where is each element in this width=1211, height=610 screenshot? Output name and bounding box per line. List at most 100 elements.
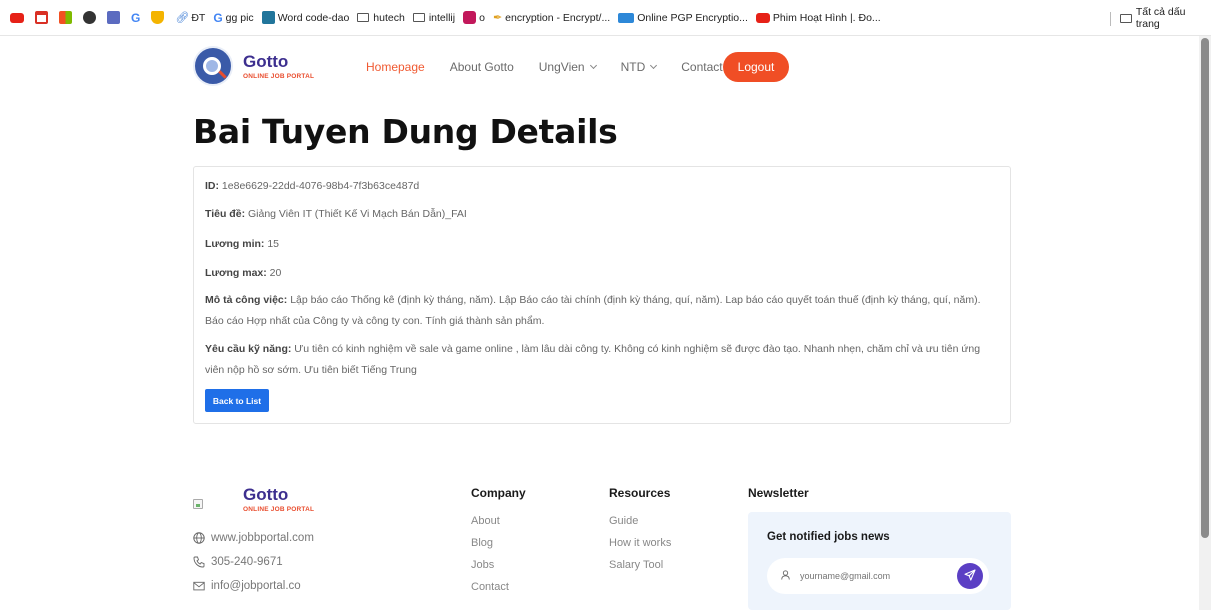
nav-label: Contact	[681, 60, 723, 74]
detail-value: Lập báo cáo Thống kê (định kỳ tháng, năm…	[205, 294, 981, 327]
bookmark-hutech[interactable]: hutech	[357, 12, 405, 24]
bookmark-shield[interactable]	[151, 11, 167, 24]
bookmark-label: gg pic	[225, 11, 254, 24]
detail-value: 15	[267, 238, 279, 250]
detail-label: Lương max:	[205, 267, 267, 279]
bookmark-label: encryption - Encrypt/...	[505, 11, 611, 24]
footer-link-contact[interactable]: Contact	[471, 581, 509, 593]
bookmark-gg-pic[interactable]: Ggg pic	[213, 11, 253, 25]
logo-subtitle: ONLINE JOB PORTAL	[243, 72, 315, 80]
google-icon: G	[213, 10, 223, 25]
youtube-icon	[755, 12, 770, 23]
folder-icon	[412, 13, 425, 22]
bookmark-label: intellij	[428, 11, 456, 24]
bookmark-word-code-dao[interactable]: Word code-dao	[261, 11, 350, 24]
footer-email-text: info@jobportal.co	[211, 580, 301, 592]
globe-icon	[193, 532, 205, 544]
chatgpt-icon	[83, 11, 96, 24]
logo-title: Gotto	[243, 51, 289, 71]
footer-phone[interactable]: 305-240-9671	[193, 556, 283, 568]
footer-link-blog[interactable]: Blog	[471, 537, 493, 549]
detail-value: Giảng Viên IT (Thiết Kế Vi Mạch Bán Dẫn)…	[247, 208, 467, 220]
bookmark-youtube[interactable]	[10, 12, 27, 23]
detail-label: ID:	[205, 180, 219, 192]
bookmark-label: hutech	[373, 11, 405, 24]
bookmark-label: o	[479, 11, 485, 24]
nav-label: UngVien	[538, 60, 585, 74]
key-icon: ✒	[492, 12, 503, 24]
logo-icon	[193, 46, 233, 86]
bookmarks-bar: G 🔗︎ ĐT Ggg pic Word code-dao hutech inte…	[0, 0, 1211, 36]
phone-icon	[193, 556, 205, 568]
bookmark-gmail[interactable]	[35, 11, 51, 24]
back-to-list-button[interactable]: Back to List	[205, 389, 269, 412]
bookmark-label: ĐT	[191, 11, 206, 24]
nav-ntd[interactable]: NTD	[620, 60, 658, 74]
all-bookmarks-label: Tất cả dấu trang	[1135, 6, 1186, 30]
bookmark-o[interactable]: o	[463, 11, 485, 24]
page-title: Bai Tuyen Dung Details	[193, 112, 618, 151]
detail-label: Tiêu đề:	[205, 208, 246, 220]
bookmark-separator	[1110, 12, 1111, 26]
logout-button[interactable]: Logout	[723, 52, 789, 82]
nav-ungvien[interactable]: UngVien	[538, 60, 597, 74]
chevron-down-icon	[650, 61, 658, 70]
detail-label: Mô tả công việc:	[205, 294, 288, 306]
footer-logo[interactable]: Gotto ONLINE JOB PORTAL	[193, 486, 314, 513]
app-icon	[463, 11, 477, 24]
folder-icon	[357, 13, 370, 22]
detail-value: 20	[269, 267, 282, 279]
footer-newsletter-title: Newsletter	[748, 486, 809, 500]
newsletter-box-title: Get notified jobs news	[767, 531, 890, 543]
detail-id: ID: 1e8e6629-22dd-4076-98b4-7f3b63ce487d	[205, 176, 1001, 197]
folder-icon	[1120, 13, 1132, 23]
main-nav: Homepage About Gotto UngVien NTD Contact	[366, 52, 748, 82]
lock-icon	[618, 12, 635, 23]
user-icon	[781, 567, 790, 585]
bookmark-intellij[interactable]: intellij	[412, 11, 456, 24]
bookmark-pgp[interactable]: Online PGP Encryptio...	[618, 12, 748, 24]
footer-website-text: www.jobbportal.com	[211, 532, 314, 544]
footer-link-guide[interactable]: Guide	[609, 515, 638, 527]
bookmark-label: Phim Hoạt Hình |. Đo...	[772, 11, 881, 24]
nav-label: Homepage	[366, 60, 425, 74]
detail-salary-min: Lương min: 15	[205, 234, 1001, 255]
detail-value: Ưu tiên có kinh nghiệm về sale và game o…	[205, 343, 981, 376]
detail-value: 1e8e6629-22dd-4076-98b4-7f3b63ce487d	[221, 180, 420, 192]
detail-label: Lương min:	[205, 238, 265, 250]
scrollbar-thumb[interactable]	[1201, 38, 1209, 538]
bookmark-google[interactable]: G	[131, 11, 143, 25]
youtube-icon	[10, 12, 24, 23]
send-icon	[964, 568, 976, 584]
nav-contact[interactable]: Contact	[681, 60, 722, 74]
footer-link-about[interactable]: About	[471, 515, 500, 527]
bookmark-phim[interactable]: Phim Hoạt Hình |. Đo...	[755, 11, 881, 24]
nav-label: About Gotto	[449, 60, 514, 74]
nav-homepage[interactable]: Homepage	[366, 60, 425, 74]
nav-label: NTD	[620, 60, 646, 74]
broken-image-icon	[193, 499, 203, 509]
newsletter-box: Get notified jobs news	[748, 512, 1011, 610]
details-card: ID: 1e8e6629-22dd-4076-98b4-7f3b63ce487d…	[193, 166, 1011, 424]
footer-company-title: Company	[471, 486, 526, 500]
bookmark-teams[interactable]	[107, 11, 123, 24]
bookmark-dt[interactable]: 🔗︎ ĐT	[175, 11, 206, 25]
scrollbar[interactable]	[1199, 36, 1211, 610]
footer-link-salary-tool[interactable]: Salary Tool	[609, 559, 663, 571]
newsletter-email-input[interactable]	[800, 571, 950, 581]
all-bookmarks[interactable]: Tất cả dấu trang	[1120, 0, 1211, 36]
bookmark-encryption[interactable]: ✒ encryption - Encrypt/...	[492, 11, 611, 25]
nav-about-gotto[interactable]: About Gotto	[450, 60, 514, 74]
newsletter-input-wrapper	[767, 558, 989, 594]
bookmark-microsoft[interactable]	[59, 11, 75, 24]
newsletter-send-button[interactable]	[957, 563, 983, 589]
footer-link-how-it-works[interactable]: How it works	[609, 537, 671, 549]
footer-link-jobs[interactable]: Jobs	[471, 559, 494, 571]
link-icon: 🔗︎	[175, 12, 190, 24]
footer-email[interactable]: info@jobportal.co	[193, 580, 301, 592]
bookmark-label: Word code-dao	[277, 11, 350, 24]
site-logo[interactable]: Gotto ONLINE JOB PORTAL	[193, 46, 314, 86]
microsoft-icon	[59, 11, 72, 24]
bookmark-chatgpt[interactable]	[83, 11, 99, 24]
footer-website[interactable]: www.jobbportal.com	[193, 532, 314, 544]
